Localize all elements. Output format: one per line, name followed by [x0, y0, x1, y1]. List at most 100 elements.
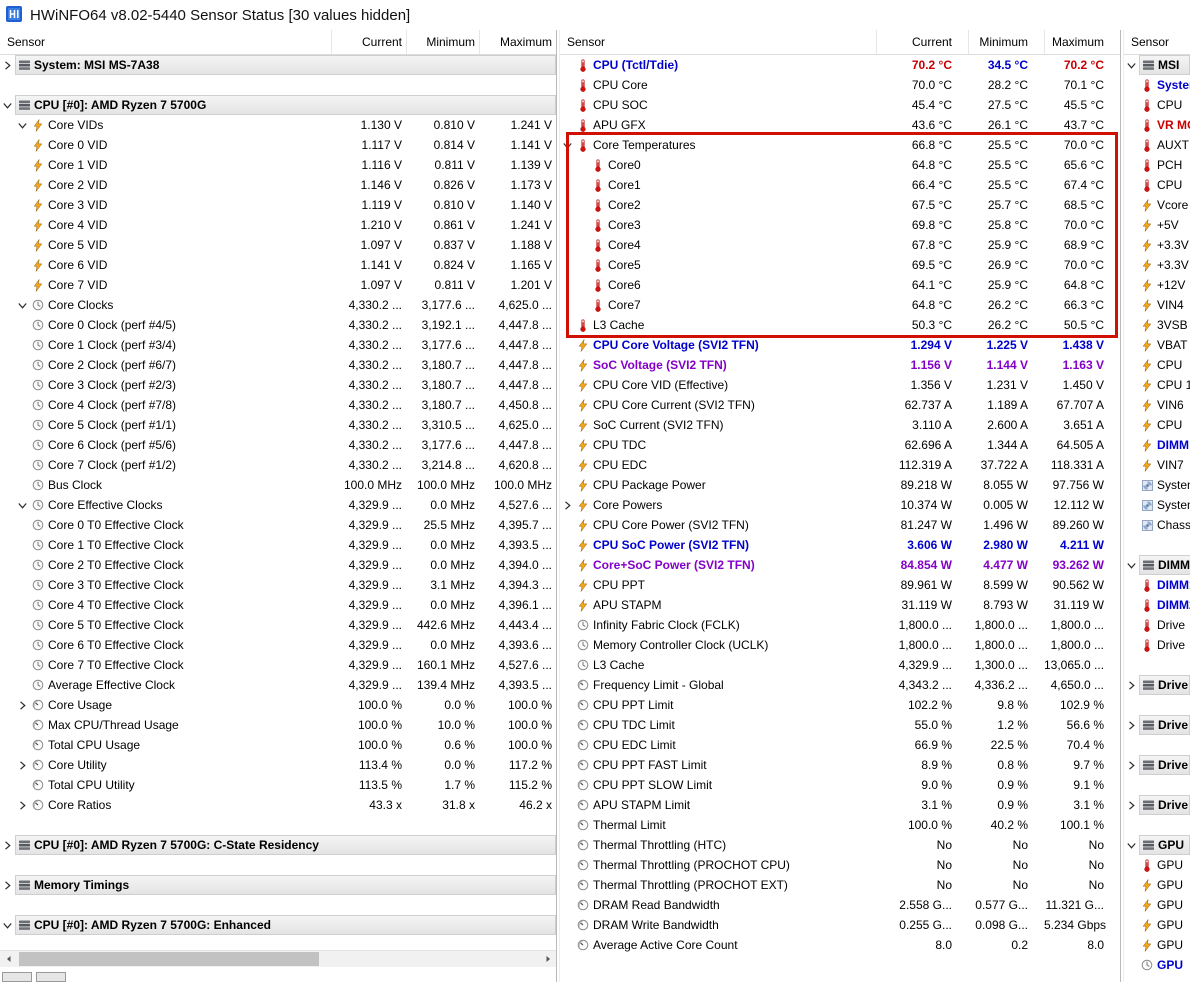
column-header-minimum[interactable]: Minimum	[406, 30, 479, 54]
sensor-row[interactable]: CPU Core Voltage (SVI2 TFN) 1.294 V 1.225 …	[560, 335, 1120, 355]
horizontal-scrollbar[interactable]	[0, 950, 556, 967]
chevron-right-icon[interactable]	[1124, 715, 1139, 735]
sensor-row[interactable]: CPU Core Current (SVI2 TFN) 62.737 A 1.189…	[560, 395, 1120, 415]
sensor-row[interactable]: CPU PPT Limit 102.2 % 9.8 % 102.9 %	[560, 695, 1120, 715]
sensor-row[interactable]: Core 7 T0 Effective Clock 4,329.9 ... 160.…	[0, 655, 556, 675]
sensor-row[interactable]: Max CPU/Thread Usage 100.0 % 10.0 % 100.0 %	[0, 715, 556, 735]
sensor-row[interactable]: Thermal Throttling (PROCHOT CPU) No No No	[560, 855, 1120, 875]
chevron-down-icon[interactable]	[1124, 555, 1139, 575]
scrollbar-thumb[interactable]	[19, 952, 319, 966]
group-header-row[interactable]: Memory Timings	[0, 875, 556, 895]
sensor-row[interactable]: +5V	[1124, 215, 1190, 235]
sensor-row[interactable]: CPU Core VID (Effective) 1.356 V 1.231 V 1.…	[560, 375, 1120, 395]
sensor-row[interactable]: Average Effective Clock 4,329.9 ... 139.4 …	[0, 675, 556, 695]
sensor-row[interactable]: Thermal Throttling (PROCHOT EXT) No No No	[560, 875, 1120, 895]
sensor-row[interactable]: GPU	[1124, 935, 1190, 955]
sensor-row[interactable]: CPU	[1124, 415, 1190, 435]
sensor-row[interactable]: AUXTIN	[1124, 135, 1190, 155]
sensor-row[interactable]: Drive	[1124, 615, 1190, 635]
sensor-row[interactable]: Core3 69.8 °C 25.8 °C 70.0 °C	[560, 215, 1120, 235]
scrollbar-track[interactable]	[17, 951, 539, 967]
bottom-button-stub[interactable]	[36, 972, 66, 982]
chevron-down-icon[interactable]	[1124, 835, 1139, 855]
sensor-row[interactable]: Core 0 Clock (perf #4/5) 4,330.2 ... 3,192…	[0, 315, 556, 335]
sensor-row[interactable]: DIMM	[1124, 435, 1190, 455]
sensor-row[interactable]: PCH	[1124, 155, 1190, 175]
chevron-right-icon[interactable]	[1124, 795, 1139, 815]
sensor-row[interactable]: Memory Controller Clock (UCLK) 1,800.0 ..…	[560, 635, 1120, 655]
sensor-row[interactable]: Core 2 Clock (perf #6/7) 4,330.2 ... 3,180…	[0, 355, 556, 375]
sensor-row[interactable]: Core 1 Clock (perf #3/4) 4,330.2 ... 3,177…	[0, 335, 556, 355]
chevron-down-icon[interactable]	[1124, 55, 1139, 75]
sensor-row[interactable]: Drive	[1124, 635, 1190, 655]
sensor-row[interactable]: Core 2 VID 1.146 V 0.826 V 1.173 V	[0, 175, 556, 195]
sensor-row[interactable]: Bus Clock 100.0 MHz 100.0 MHz 100.0 MHz	[0, 475, 556, 495]
chevron-down-icon[interactable]	[15, 495, 30, 515]
sensor-row[interactable]: Core4 67.8 °C 25.9 °C 68.9 °C	[560, 235, 1120, 255]
column-header-current[interactable]: Current	[331, 30, 406, 54]
sensor-row[interactable]: 3VSB	[1124, 315, 1190, 335]
group-header-row[interactable]: Drive	[1124, 675, 1190, 695]
column-header-current[interactable]: Current	[876, 30, 968, 54]
sensor-row[interactable]: VBAT	[1124, 335, 1190, 355]
sensor-row[interactable]: Thermal Limit 100.0 % 40.2 % 100.1 %	[560, 815, 1120, 835]
sensor-row[interactable]: Core 3 T0 Effective Clock 4,329.9 ... 3.1 …	[0, 575, 556, 595]
sensor-row[interactable]: Core Utility 113.4 % 0.0 % 117.2 %	[0, 755, 556, 775]
sensor-row[interactable]: Core Usage 100.0 % 0.0 % 100.0 %	[0, 695, 556, 715]
column-header-sensor[interactable]: Sensor	[1124, 30, 1190, 54]
group-header-row[interactable]: CPU [#0]: AMD Ryzen 7 5700G: Enhanced	[0, 915, 556, 935]
sensor-row[interactable]: CPU TDC 62.696 A 1.344 A 64.505 A	[560, 435, 1120, 455]
sensor-row[interactable]: Core 3 Clock (perf #2/3) 4,330.2 ... 3,180…	[0, 375, 556, 395]
sensor-row[interactable]: CPU PPT FAST Limit 8.9 % 0.8 % 9.7 %	[560, 755, 1120, 775]
sensor-row[interactable]: Core Effective Clocks 4,329.9 ... 0.0 MHz 4…	[0, 495, 556, 515]
chevron-down-icon[interactable]	[15, 115, 30, 135]
sensor-row[interactable]: Core VIDs 1.130 V 0.810 V 1.241 V	[0, 115, 556, 135]
scroll-right-button[interactable]	[539, 951, 556, 967]
sensor-row[interactable]: L3 Cache 50.3 °C 26.2 °C 50.5 °C	[560, 315, 1120, 335]
sensor-row[interactable]: VR MOS	[1124, 115, 1190, 135]
sensor-row[interactable]: +3.3V	[1124, 255, 1190, 275]
scroll-left-button[interactable]	[0, 951, 17, 967]
chevron-down-icon[interactable]	[560, 135, 575, 155]
column-header-maximum[interactable]: Maximum	[1044, 30, 1120, 54]
sensor-row[interactable]: Core 4 VID 1.210 V 0.861 V 1.241 V	[0, 215, 556, 235]
sensor-row[interactable]: CPU 1	[1124, 375, 1190, 395]
sensor-row[interactable]: Average Active Core Count 8.0 0.2 8.0	[560, 935, 1120, 955]
group-header-row[interactable]: Drive	[1124, 795, 1190, 815]
sensor-row[interactable]: Core 5 T0 Effective Clock 4,329.9 ... 442.…	[0, 615, 556, 635]
app-icon[interactable]	[5, 5, 23, 26]
group-header-row[interactable]: Drive	[1124, 715, 1190, 735]
group-header-row[interactable]: CPU [#0]: AMD Ryzen 7 5700G	[0, 95, 556, 115]
sensor-row[interactable]: CPU Core Power (SVI2 TFN) 81.247 W 1.496 W…	[560, 515, 1120, 535]
sensor-row[interactable]: Vcore	[1124, 195, 1190, 215]
chevron-right-icon[interactable]	[0, 835, 15, 855]
sensor-row[interactable]: Core2 67.5 °C 25.7 °C 68.5 °C	[560, 195, 1120, 215]
sensor-row[interactable]: CPU SOC 45.4 °C 27.5 °C 45.5 °C	[560, 95, 1120, 115]
sensor-row[interactable]: GPU	[1124, 915, 1190, 935]
sensor-row[interactable]: CPU Core 70.0 °C 28.2 °C 70.1 °C	[560, 75, 1120, 95]
sensor-row[interactable]: CPU	[1124, 95, 1190, 115]
sensor-row[interactable]: Core0 64.8 °C 25.5 °C 65.6 °C	[560, 155, 1120, 175]
sensor-row[interactable]: APU STAPM 31.119 W 8.793 W 31.119 W	[560, 595, 1120, 615]
sensor-row[interactable]: Core Powers 10.374 W 0.005 W 12.112 W	[560, 495, 1120, 515]
sensor-row[interactable]: CPU	[1124, 355, 1190, 375]
sensor-row[interactable]: Core 0 VID 1.117 V 0.814 V 1.141 V	[0, 135, 556, 155]
sensor-row[interactable]: Core 6 T0 Effective Clock 4,329.9 ... 0.0 …	[0, 635, 556, 655]
sensor-row[interactable]: APU GFX 43.6 °C 26.1 °C 43.7 °C	[560, 115, 1120, 135]
sensor-row[interactable]: VIN4	[1124, 295, 1190, 315]
group-header-row[interactable]: DIMM	[1124, 555, 1190, 575]
chevron-right-icon[interactable]	[560, 495, 575, 515]
sensor-row[interactable]: CPU (Tctl/Tdie) 70.2 °C 34.5 °C 70.2 °C	[560, 55, 1120, 75]
column-header-minimum[interactable]: Minimum	[968, 30, 1044, 54]
sensor-row[interactable]: Chassis	[1124, 515, 1190, 535]
chevron-down-icon[interactable]	[0, 915, 15, 935]
chevron-right-icon[interactable]	[0, 875, 15, 895]
chevron-down-icon[interactable]	[15, 295, 30, 315]
sensor-row[interactable]: Core5 69.5 °C 26.9 °C 70.0 °C	[560, 255, 1120, 275]
sensor-row[interactable]: System	[1124, 475, 1190, 495]
sensor-row[interactable]: CPU PPT SLOW Limit 9.0 % 0.9 % 9.1 %	[560, 775, 1120, 795]
sensor-row[interactable]: Core 5 VID 1.097 V 0.837 V 1.188 V	[0, 235, 556, 255]
sensor-row[interactable]: Core 7 VID 1.097 V 0.811 V 1.201 V	[0, 275, 556, 295]
sensor-row[interactable]: Core Clocks 4,330.2 ... 3,177.6 ... 4,625.0…	[0, 295, 556, 315]
sensor-row[interactable]: Core7 64.8 °C 26.2 °C 66.3 °C	[560, 295, 1120, 315]
